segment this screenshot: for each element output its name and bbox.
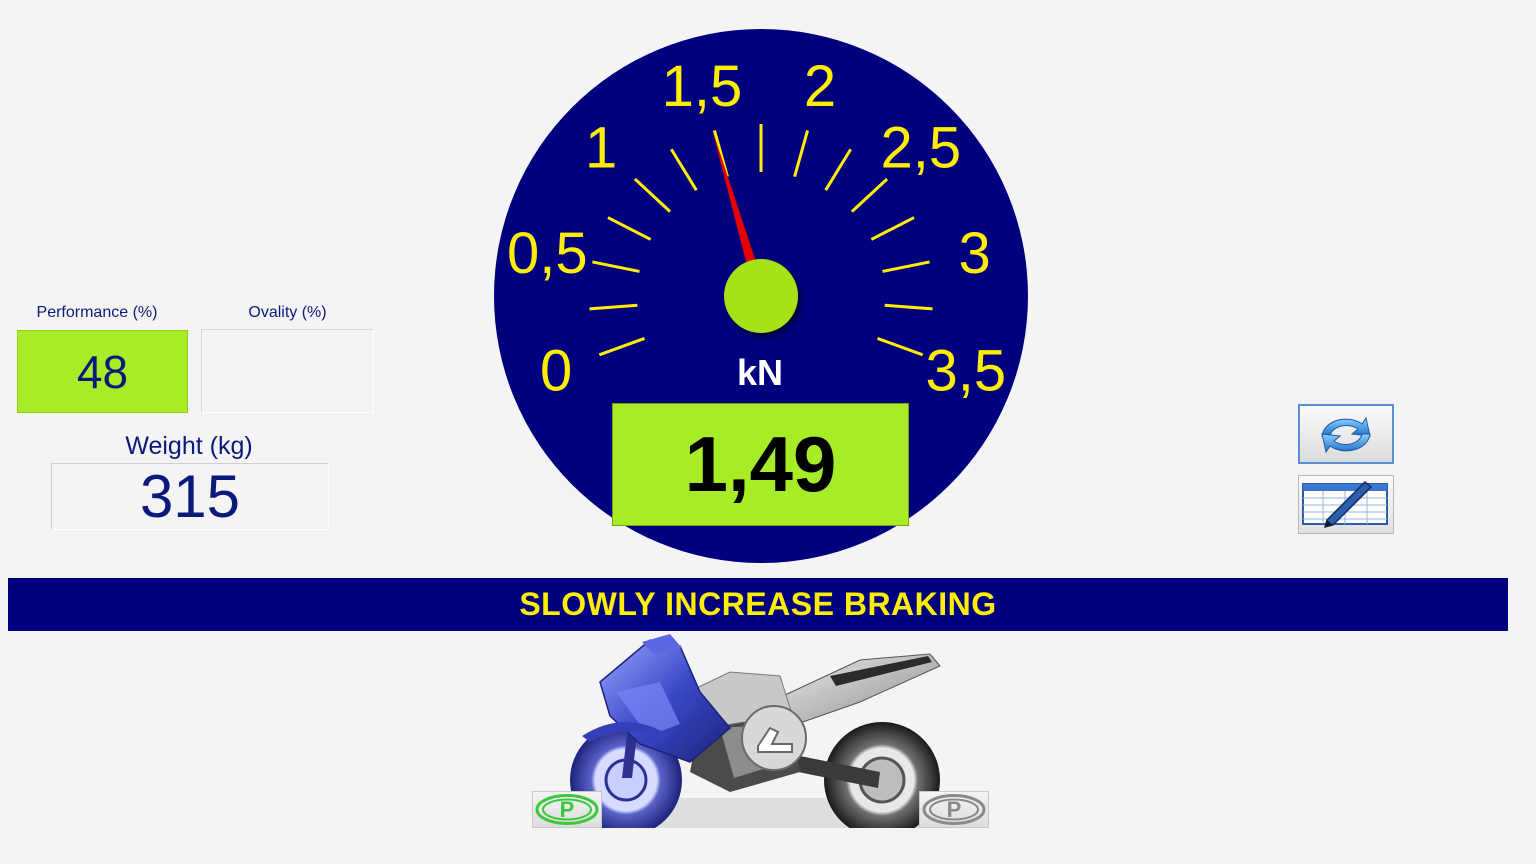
weight-value: 315 bbox=[139, 463, 241, 530]
ovality-label: Ovality (%) bbox=[248, 304, 327, 321]
rear-parking-glyph: P bbox=[947, 797, 962, 822]
instruction-banner: SLOWLY INCREASE BRAKING bbox=[8, 578, 1508, 631]
gauge-scale-label: 2,5 bbox=[880, 116, 961, 181]
gauge-scale-label: 0 bbox=[540, 339, 572, 404]
performance-value-box: 48 bbox=[17, 330, 188, 413]
refresh-button[interactable] bbox=[1298, 404, 1394, 464]
parking-brake-icon: P bbox=[922, 794, 986, 825]
force-reading-value: 1,49 bbox=[684, 420, 837, 508]
force-reading-box: 1,49 bbox=[612, 403, 909, 526]
instruction-text: SLOWLY INCREASE BRAKING bbox=[519, 586, 997, 622]
gauge-scale-label: 3,5 bbox=[926, 339, 1007, 404]
front-parking-indicator: P bbox=[532, 791, 602, 828]
gauge-scale-label: 2 bbox=[804, 54, 836, 119]
performance-label: Performance (%) bbox=[36, 304, 158, 321]
ovality-value-box bbox=[201, 329, 374, 413]
gauge-scale-label: 3 bbox=[959, 221, 991, 286]
refresh-arrows-icon bbox=[1321, 416, 1371, 454]
gauge-scale-label: 0,5 bbox=[507, 221, 588, 286]
front-parking-glyph: P bbox=[560, 797, 575, 822]
weight-label: Weight (kg) bbox=[125, 432, 253, 460]
gauge-scale-label: 1 bbox=[585, 116, 617, 181]
weight-value-box: 315 bbox=[51, 463, 329, 530]
edit-sheet-button[interactable] bbox=[1298, 475, 1394, 534]
edit-spreadsheet-icon bbox=[1302, 480, 1388, 529]
brake-test-screen: Performance (%) 48 Ovality (%) Weight (k… bbox=[0, 0, 1536, 864]
performance-value: 48 bbox=[76, 345, 129, 398]
gauge-hub bbox=[724, 259, 798, 333]
rear-parking-indicator: P bbox=[919, 791, 989, 828]
parking-brake-icon: P bbox=[535, 794, 599, 825]
gauge-unit-label: kN bbox=[737, 352, 783, 393]
gauge-scale-label: 1,5 bbox=[662, 54, 743, 119]
